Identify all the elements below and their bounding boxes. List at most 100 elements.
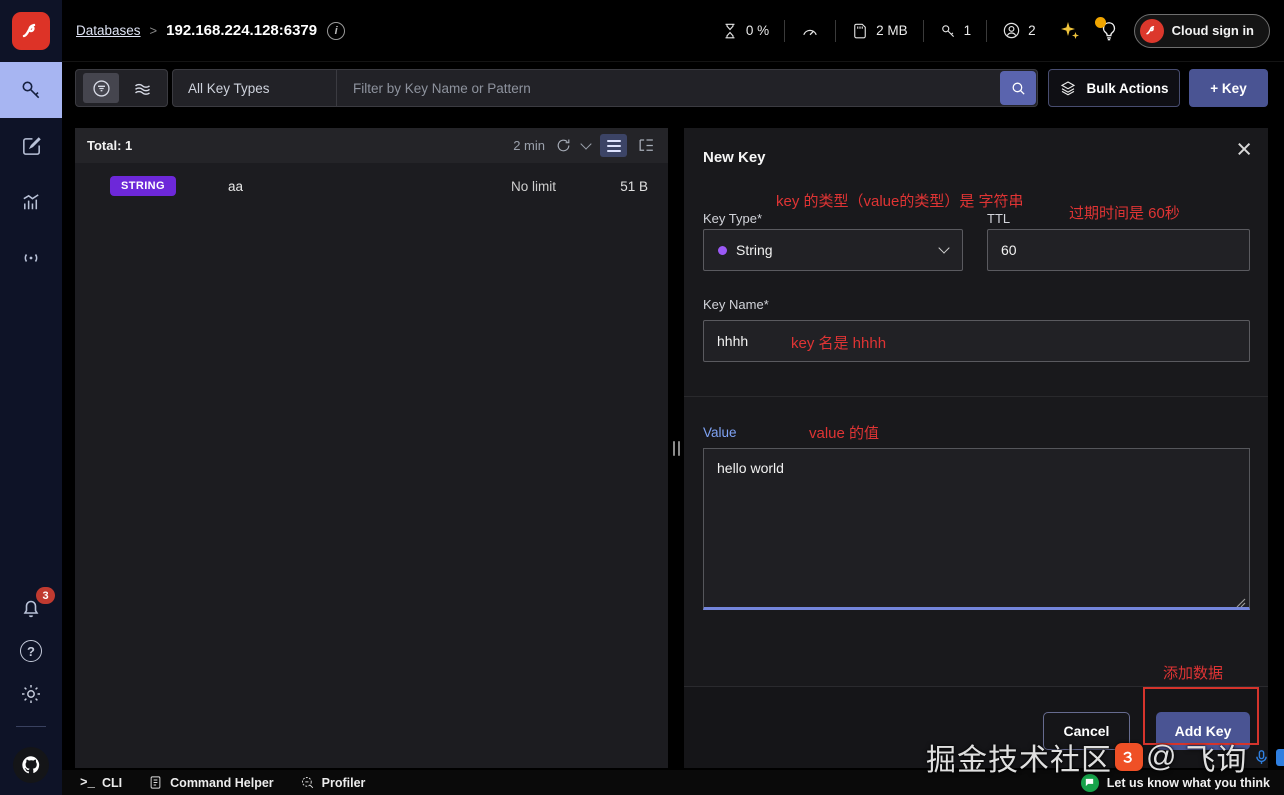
github-icon <box>22 756 40 774</box>
top-bar: Databases > 192.168.224.128:6379 i 0 % 2… <box>62 0 1284 62</box>
clients-metric: 2 <box>1002 21 1036 40</box>
layers-icon <box>1061 81 1076 96</box>
redis-cloud-icon <box>1139 18 1164 43</box>
cli-label: CLI <box>102 775 123 790</box>
scan-filter-button[interactable] <box>124 73 160 103</box>
chevron-down-icon <box>938 242 950 254</box>
key-type-select[interactable]: String <box>703 229 963 271</box>
info-icon[interactable]: i <box>327 21 346 40</box>
cloud-signin-button[interactable]: Cloud sign in <box>1133 13 1270 48</box>
memory-value: 2 MB <box>876 23 908 38</box>
search-button[interactable] <box>1000 71 1036 105</box>
ttl-label: TTL <box>987 211 1011 226</box>
pencil-square-icon <box>22 136 41 155</box>
tree-view-button[interactable] <box>637 136 656 155</box>
bulk-actions-button[interactable]: Bulk Actions <box>1048 69 1180 107</box>
notifications-badge: 3 <box>36 587 55 604</box>
keys-value: 1 <box>963 23 972 38</box>
value-label: Value <box>703 425 737 440</box>
sidebar-item-workbench[interactable] <box>0 118 62 174</box>
breadcrumb-instance: 192.168.224.128:6379 <box>166 22 318 39</box>
breadcrumb-databases-link[interactable]: Databases <box>76 23 141 38</box>
squiggle-stack-icon <box>134 83 150 95</box>
cli-button[interactable]: >_ CLI <box>80 776 122 790</box>
refresh-button[interactable] <box>555 137 572 154</box>
notifications-button[interactable]: 3 <box>19 587 55 620</box>
filter-circle-icon <box>92 79 110 97</box>
chevron-down-icon[interactable] <box>580 137 592 150</box>
github-button[interactable] <box>13 747 49 783</box>
key-name-input[interactable] <box>703 320 1250 362</box>
key-type-value: String <box>736 242 773 258</box>
key-type-filter-dropdown[interactable]: All Key Types <box>173 81 336 96</box>
clients-value: 2 <box>1028 23 1036 38</box>
bulb-notification-dot <box>1094 16 1106 28</box>
annotation-add: 添加数据 <box>1163 665 1224 682</box>
key-icon <box>941 24 954 37</box>
key-list-header: Total: 1 2 min <box>75 128 668 163</box>
cpu-metric: 0 % <box>721 22 769 40</box>
profiler-button[interactable]: Profiler <box>300 775 366 790</box>
watermark-community: 掘金技术社区 <box>926 744 1112 777</box>
gauge-icon <box>803 29 817 35</box>
profiler-icon <box>301 777 313 789</box>
textarea-resize-grip[interactable] <box>1232 594 1246 608</box>
profiler-label: Profiler <box>321 775 366 790</box>
command-helper-button[interactable]: Command Helper <box>148 775 274 790</box>
document-icon <box>150 776 161 789</box>
watermark-app-icon <box>1276 748 1284 766</box>
key-name-cell: aa <box>227 178 243 194</box>
annotation-key-type: key 的类型（value的类型）是 字符串 <box>776 193 1024 210</box>
juejin-logo-icon <box>1115 743 1143 771</box>
terminal-icon: >_ <box>80 775 96 790</box>
bulk-actions-label: Bulk Actions <box>1086 80 1169 96</box>
cloud-signin-label: Cloud sign in <box>1171 23 1254 38</box>
close-icon[interactable]: × <box>1236 136 1252 163</box>
key-name-label: Key Name* <box>703 297 769 312</box>
sidebar-item-pubsub[interactable] <box>0 230 62 286</box>
search-input[interactable] <box>337 80 999 96</box>
sidebar-divider <box>16 726 46 727</box>
annotation-key-name: key 名是 hhhh <box>791 335 887 352</box>
whats-new-button[interactable] <box>1094 16 1120 42</box>
key-icon <box>22 81 40 99</box>
memory-card-icon <box>854 23 866 38</box>
settings-button[interactable] <box>19 682 43 706</box>
key-type-badge: STRING <box>110 176 176 196</box>
list-view-button[interactable] <box>600 134 627 157</box>
sidebar: 3 ? <box>0 0 62 795</box>
breadcrumb-separator: > <box>149 23 158 38</box>
copilot-button[interactable] <box>1058 19 1082 43</box>
key-filter-combo: All Key Types <box>172 69 1038 107</box>
hourglass-icon <box>725 23 735 38</box>
sparkles-icon <box>1060 21 1079 39</box>
refresh-icon <box>557 139 570 152</box>
panel-resize-handle[interactable] <box>669 439 683 457</box>
gear-icon <box>22 685 40 703</box>
sidebar-item-analytics[interactable] <box>0 174 62 230</box>
total-keys-label: Total: 1 <box>87 138 133 153</box>
key-list-row[interactable]: STRING aa No limit 51 B <box>75 163 668 209</box>
user-circle-icon <box>1003 22 1020 39</box>
sidebar-item-browser[interactable] <box>0 62 62 118</box>
ttl-input[interactable] <box>987 229 1250 271</box>
filter-icon-group <box>75 69 168 107</box>
add-key-button[interactable]: + Key <box>1189 69 1268 107</box>
redis-logo[interactable] <box>0 0 62 62</box>
watermark: 掘金技术社区 @ 飞询 <box>926 735 1284 779</box>
help-button[interactable]: ? <box>20 640 42 662</box>
command-helper-label: Command Helper <box>170 775 274 790</box>
value-textarea[interactable]: hello world <box>703 448 1250 610</box>
watermark-author: 飞询 <box>1185 744 1248 777</box>
string-type-dot <box>718 245 727 255</box>
filter-by-type-button[interactable] <box>83 73 119 103</box>
keys-metric: 1 <box>939 22 972 40</box>
gauge-metric <box>800 21 820 41</box>
help-glyph: ? <box>27 643 35 659</box>
search-icon <box>1012 82 1025 95</box>
redis-logo-icon <box>12 12 50 50</box>
broadcast-icon <box>24 254 38 262</box>
form-divider <box>684 396 1268 397</box>
key-ttl-cell: No limit <box>510 178 556 194</box>
chart-icon <box>22 193 39 209</box>
